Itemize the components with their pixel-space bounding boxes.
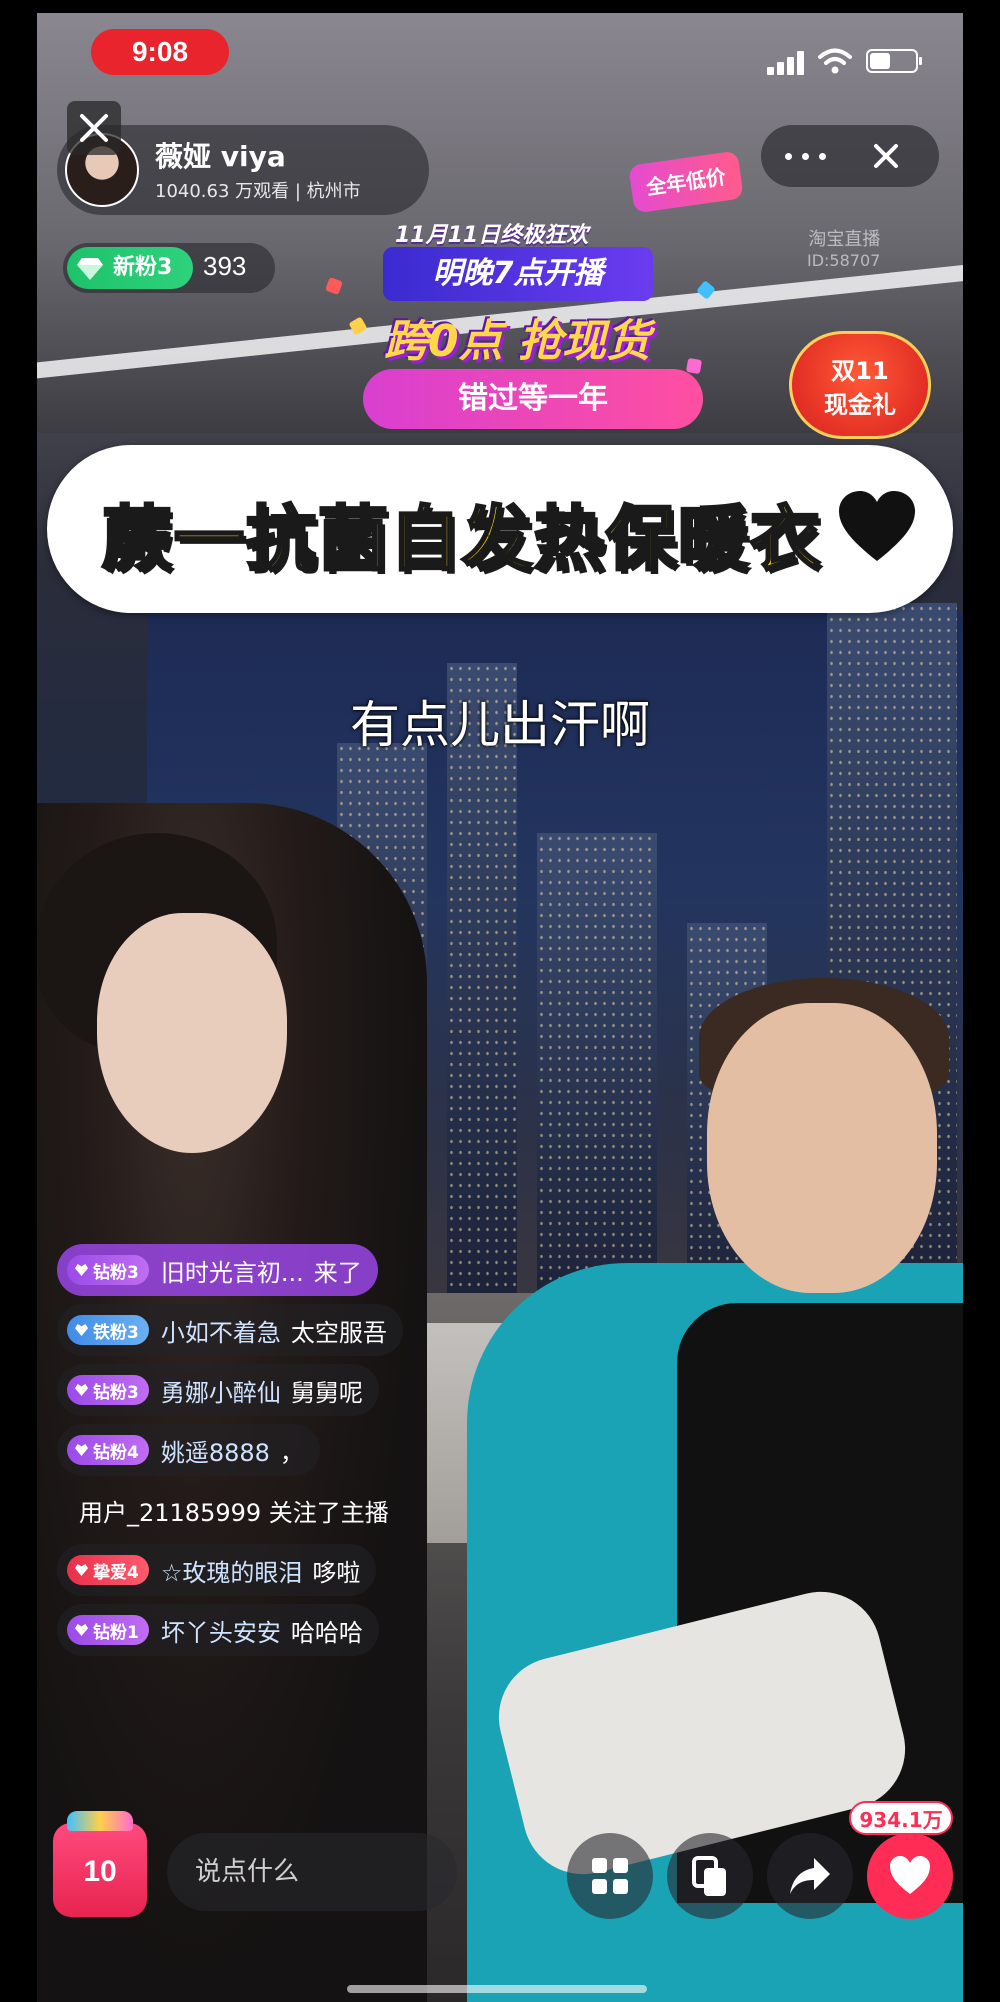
promo-line-date: 11月11日终极狂欢 <box>395 223 589 248</box>
chat-bubble: 钻粉3 勇娜小醉仙 舅舅呢 <box>57 1364 379 1416</box>
chat-text: 哈哈哈 <box>290 1618 363 1647</box>
fan-level-pill: 新粉3 <box>67 247 193 289</box>
gift-badge-line1: 双11 <box>831 357 889 385</box>
chat-username[interactable]: 旧时光言初... <box>161 1253 304 1288</box>
fan-level-label: 铁粉3 <box>93 1322 139 1343</box>
fan-badge[interactable]: 新粉3 393 <box>63 243 275 293</box>
fan-level-badge: 钻粉3 <box>67 1375 149 1405</box>
follow-notice: 用户_21185999 关注了主播 <box>57 1484 405 1536</box>
host-name: 薇娅 viya <box>155 140 286 173</box>
like-count: 934.1万 <box>849 1801 953 1835</box>
male-host-face <box>707 1003 937 1293</box>
chat-username[interactable]: ☆玫瑰的眼泪 <box>161 1553 303 1588</box>
diamond-icon <box>77 258 103 280</box>
chat-bubble: 挚爱4 ☆玫瑰的眼泪 哆啦 <box>57 1544 377 1596</box>
promo-line-headline: 跨0点 抢现货 <box>384 316 650 367</box>
apps-button[interactable] <box>567 1833 653 1919</box>
product-title: 蕨一抗菌自发热保暖衣 <box>101 497 822 582</box>
screen-switch-button[interactable] <box>667 1833 753 1919</box>
comment-input[interactable] <box>167 1833 457 1911</box>
level-badge-icon <box>75 1444 88 1456</box>
battery-icon <box>866 49 922 73</box>
fan-level-badge: 钻粉4 <box>67 1435 149 1465</box>
fan-count: 393 <box>203 251 247 281</box>
fan-level-badge: 钻粉3 <box>67 1255 149 1285</box>
shop-item-count: 10 <box>83 1855 117 1888</box>
chat-text: 来了 <box>313 1258 362 1287</box>
chat-username[interactable]: 坏丫头安安 <box>161 1613 281 1648</box>
fan-level-label: 钻粉3 <box>93 1262 139 1283</box>
fan-level-label: 钻粉1 <box>93 1622 139 1643</box>
chat-message[interactable]: 钻粉3 旧时光言初... 来了 <box>57 1240 477 1300</box>
chat-message[interactable]: 钻粉4 姚遥8888 ， <box>57 1420 477 1480</box>
promo-line-time: 明晚7点开播 <box>383 247 653 301</box>
watermark-brand: 淘宝直播 <box>808 229 881 250</box>
level-badge-icon <box>75 1264 88 1276</box>
shopping-bag-button[interactable]: 10 <box>53 1811 147 1917</box>
chat-bubble: 钻粉4 姚遥8888 ， <box>57 1424 320 1476</box>
heart-icon <box>839 491 915 561</box>
wifi-icon <box>818 48 852 74</box>
host-view-stats: 1040.63 万观看 | 杭州市 <box>155 181 361 202</box>
share-icon <box>790 1858 830 1894</box>
chat-message[interactable]: 用户_21185999 关注了主播 <box>57 1480 477 1540</box>
chat-bubble: 钻粉1 坏丫头安安 哈哈哈 <box>57 1604 379 1656</box>
fan-level-badge: 铁粉3 <box>67 1315 149 1345</box>
status-bar: 9:08 <box>37 13 963 88</box>
like-heart-icon <box>890 1856 930 1894</box>
double11-cash-gift-badge[interactable]: 双11 现金礼 <box>789 331 931 439</box>
chat-username[interactable]: 小如不着急 <box>161 1313 281 1348</box>
level-badge-icon <box>75 1324 88 1336</box>
signal-icon <box>767 51 807 75</box>
battery-level <box>870 53 890 69</box>
chat-message[interactable]: 挚爱4 ☆玫瑰的眼泪 哆啦 <box>57 1540 477 1600</box>
close-stream-icon[interactable] <box>67 101 121 155</box>
fan-level-badge: 钻粉1 <box>67 1615 149 1645</box>
chat-text: 太空服吾 <box>290 1318 387 1347</box>
product-title-banner: 蕨一抗菌自发热保暖衣 <box>47 445 953 613</box>
grid-icon <box>592 1858 628 1894</box>
share-button[interactable] <box>767 1833 853 1919</box>
fan-level-label: 挚爱4 <box>93 1562 139 1583</box>
chat-bubble: 钻粉3 旧时光言初... 来了 <box>57 1244 378 1296</box>
follow-notice-text: 用户_21185999 关注了主播 <box>79 1498 389 1527</box>
fan-level-label: 钻粉4 <box>93 1442 139 1463</box>
female-host-face <box>97 913 287 1153</box>
home-indicator[interactable] <box>347 1985 647 1993</box>
chat-text: 舅舅呢 <box>290 1378 363 1407</box>
chat-message[interactable]: 铁粉3 小如不着急 太空服吾 <box>57 1300 477 1360</box>
level-badge-icon <box>75 1384 88 1396</box>
shopping-bag-icon <box>67 1811 133 1831</box>
chat-text: 哆啦 <box>312 1558 361 1587</box>
like-button[interactable] <box>867 1833 953 1919</box>
chat-message[interactable]: 钻粉1 坏丫头安安 哈哈哈 <box>57 1600 477 1660</box>
chat-text: ， <box>279 1438 304 1467</box>
chat-username[interactable]: 姚遥8888 <box>161 1433 270 1468</box>
level-badge-icon <box>75 1564 88 1576</box>
fan-level-label: 新粉3 <box>113 255 173 280</box>
promo-line-tagline: 错过等一年 <box>363 369 703 429</box>
promo-banner[interactable]: 11月11日终极狂欢 明晚7点开播 跨0点 抢现货 错过等一年 <box>325 209 727 439</box>
status-time: 9:08 <box>91 29 229 75</box>
chat-message[interactable]: 钻粉3 勇娜小醉仙 舅舅呢 <box>57 1360 477 1420</box>
more-options-icon[interactable] <box>785 153 829 161</box>
top-right-controls <box>761 125 939 187</box>
chat-bubble: 铁粉3 小如不着急 太空服吾 <box>57 1304 403 1356</box>
fan-level-badge: 挚爱4 <box>67 1555 149 1585</box>
copy-screen-icon <box>692 1856 726 1896</box>
watermark-id: ID:58707 <box>807 251 881 270</box>
chat-username[interactable]: 勇娜小醉仙 <box>161 1373 281 1408</box>
close-icon[interactable] <box>871 141 901 171</box>
fan-level-label: 钻粉3 <box>93 1382 139 1403</box>
subtitle-caption: 有点儿出汗啊 <box>350 696 650 754</box>
live-stream-screen: 9:08 薇娅 viya 1040.63 万观看 | 杭州市 新粉3 393 全… <box>37 13 963 2002</box>
chat-list[interactable]: 钻粉3 旧时光言初... 来了 铁粉3 小如不着急 太空服吾 钻粉3 勇娜小醉仙 舅舅呢 钻粉4 姚… <box>57 1240 477 1660</box>
level-badge-icon <box>75 1624 88 1636</box>
gift-badge-line2: 现金礼 <box>824 391 896 419</box>
taobao-live-watermark: 淘宝直播 ID:58707 <box>807 225 880 270</box>
